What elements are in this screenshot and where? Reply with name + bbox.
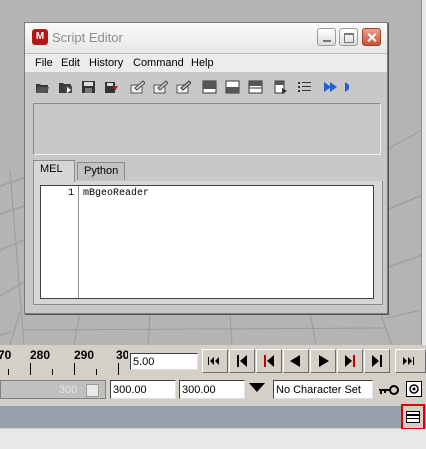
- open-script-icon: [36, 84, 49, 93]
- step-forward-frame-icon: [372, 355, 382, 367]
- show-line-numbers-button[interactable]: [293, 77, 315, 97]
- tick-label: 30: [116, 348, 128, 362]
- echo-all-commands-icon: [274, 80, 287, 94]
- tab-bar: MEL Python: [33, 160, 379, 182]
- script-editor-icon: [406, 411, 420, 423]
- character-set-dropdown-icon[interactable]: [249, 383, 265, 392]
- command-line-bar[interactable]: [0, 405, 426, 428]
- clear-input-icon: [153, 80, 168, 94]
- window-title: Script Editor: [52, 30, 123, 45]
- script-input[interactable]: 1 mBgeoReader: [40, 185, 374, 299]
- show-both-button[interactable]: [244, 77, 266, 97]
- clear-input-button[interactable]: [149, 77, 171, 97]
- current-frame-field[interactable]: 5.00: [130, 353, 198, 370]
- play-backwards-button[interactable]: [283, 349, 309, 373]
- open-script-button[interactable]: [31, 77, 53, 97]
- show-input-only-button[interactable]: [221, 77, 243, 97]
- step-back-key-icon: [264, 355, 274, 367]
- tab-python[interactable]: Python: [77, 162, 125, 180]
- show-history-only-button[interactable]: [198, 77, 220, 97]
- toolbar: [29, 75, 385, 99]
- clear-history-button[interactable]: [126, 77, 148, 97]
- title-bar[interactable]: M Script Editor: [25, 23, 387, 54]
- viewport-border: [421, 0, 426, 345]
- save-script-button[interactable]: [77, 77, 99, 97]
- tick-label: 290: [74, 348, 95, 362]
- line-number: 1: [67, 188, 74, 199]
- script-editor-window[interactable]: M Script Editor File Edit History Comman…: [24, 22, 388, 314]
- step-back-frame-button[interactable]: [229, 349, 255, 373]
- animation-end-field[interactable]: 300.00: [110, 380, 176, 399]
- playback-end-field[interactable]: 300.00: [179, 380, 245, 399]
- play-forwards-button[interactable]: [310, 349, 336, 373]
- save-to-shelf-button[interactable]: [100, 77, 122, 97]
- execute-all-icon: [324, 82, 337, 92]
- show-both-icon: [248, 80, 263, 94]
- help-line: [0, 429, 426, 449]
- animation-preferences-icon[interactable]: [406, 381, 422, 397]
- tab-mel[interactable]: MEL: [33, 160, 75, 182]
- save-script-icon: [82, 81, 95, 93]
- step-back-key-button[interactable]: [256, 349, 282, 373]
- source-script-button[interactable]: [54, 77, 76, 97]
- go-to-end-icon: [403, 357, 414, 365]
- echo-all-commands-button[interactable]: [270, 77, 292, 97]
- show-line-numbers-icon: [298, 82, 311, 92]
- save-script-to-shelf-icon: [105, 82, 118, 93]
- range-slider-value: 300: [59, 384, 78, 396]
- step-back-frame-icon: [237, 355, 247, 367]
- menu-command[interactable]: Command: [133, 57, 184, 69]
- menu-bar: File Edit History Command Help: [25, 54, 387, 72]
- menu-edit[interactable]: Edit: [61, 57, 80, 69]
- menu-help[interactable]: Help: [191, 57, 214, 69]
- line-number-gutter: 1: [41, 186, 79, 298]
- go-to-start-icon: [208, 357, 219, 365]
- step-forward-frame-button[interactable]: [364, 349, 390, 373]
- range-slider[interactable]: 300: [0, 380, 106, 399]
- menu-history[interactable]: History: [89, 57, 123, 69]
- go-to-end-button[interactable]: [395, 349, 426, 373]
- character-set-field[interactable]: No Character Set: [273, 380, 373, 399]
- play-forwards-icon: [319, 355, 329, 367]
- ruler-ticks: [8, 363, 119, 375]
- auto-key-icon[interactable]: [377, 383, 401, 397]
- script-editor-button[interactable]: [401, 404, 425, 430]
- minimize-button[interactable]: [317, 28, 336, 46]
- step-forward-key-icon: [345, 355, 355, 367]
- execute-all-button[interactable]: [319, 77, 341, 97]
- source-script-icon: [59, 83, 72, 93]
- close-button[interactable]: [362, 28, 381, 46]
- preferences-glyph-icon: [409, 384, 419, 394]
- show-history-only-icon: [202, 80, 217, 94]
- play-backwards-icon: [290, 355, 300, 367]
- menu-file[interactable]: File: [35, 57, 53, 69]
- execute-selected-icon: [345, 82, 349, 92]
- show-input-only-icon: [225, 80, 240, 94]
- input-pane-frame: 1 mBgeoReader: [33, 181, 383, 305]
- history-pane[interactable]: [33, 103, 381, 155]
- range-slider-handle[interactable]: [86, 384, 99, 397]
- tick-label: 280: [30, 348, 51, 362]
- maximize-button[interactable]: [339, 28, 358, 46]
- execute-selected-button[interactable]: [342, 77, 350, 97]
- clear-history-icon: [130, 80, 145, 94]
- clear-all-icon: [176, 80, 191, 94]
- clear-all-button[interactable]: [172, 77, 194, 97]
- tick-label: 70: [0, 348, 12, 362]
- maya-app-icon: M: [32, 29, 48, 45]
- go-to-start-button[interactable]: [202, 349, 228, 373]
- step-forward-key-button[interactable]: [337, 349, 363, 373]
- range-slider-row: 300 300.00 300.00 No Character Set: [0, 377, 426, 403]
- script-code[interactable]: mBgeoReader: [83, 188, 149, 199]
